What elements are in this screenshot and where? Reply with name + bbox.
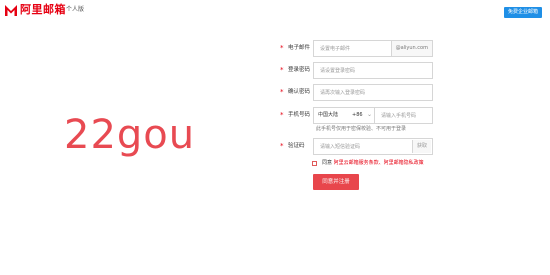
- password-field[interactable]: 请设置登录密码: [313, 62, 433, 79]
- phone-field[interactable]: 请输入手机号码: [375, 107, 433, 124]
- confirm-password-row: * 确认密码 请再次输入登录密码: [280, 84, 440, 101]
- captcha-field[interactable]: 请输入短信验证码 获取: [313, 138, 433, 155]
- captcha-label: 验证码: [288, 143, 305, 149]
- required-mark: *: [280, 44, 284, 52]
- confirm-password-placeholder: 请再次输入登录密码: [320, 90, 366, 96]
- captcha-row: * 验证码 请输入短信验证码 获取: [280, 138, 440, 155]
- confirm-password-label: 确认密码: [288, 89, 311, 95]
- required-mark: *: [280, 111, 284, 119]
- get-sms-code-button[interactable]: 获取: [411, 140, 431, 153]
- email-row: * 电子邮件 设置电子邮件 @aliyun.com: [280, 40, 440, 57]
- password-placeholder: 请设置登录密码: [320, 68, 356, 74]
- agreement-checkbox[interactable]: [312, 161, 317, 166]
- aliyun-mail-logo-icon: [5, 5, 17, 16]
- required-mark: *: [280, 66, 284, 74]
- free-enterprise-mail-button[interactable]: 免费企业邮箱: [503, 7, 542, 18]
- agreement-text: 同意 阿里云邮箱服务条款、阿里邮箱隐私政策: [322, 160, 424, 167]
- terms-link[interactable]: 阿里云邮箱服务条款: [334, 160, 379, 166]
- country-region: 中国大陆: [318, 112, 339, 118]
- phone-placeholder: 请输入手机号码: [381, 113, 417, 119]
- chevron-down-icon: ⌄: [367, 111, 373, 118]
- privacy-policy-link[interactable]: 阿里邮箱隐私政策: [384, 160, 424, 166]
- agree-and-register-button[interactable]: 同意并注册: [313, 174, 359, 190]
- agreement-prefix: 同意: [322, 160, 333, 166]
- country-code-select[interactable]: 中国大陆 +86 ⌄: [313, 107, 375, 124]
- phone-hint: 此手机号仅用于密保校验、不可用于登录: [316, 126, 407, 132]
- password-row: * 登录密码 请设置登录密码: [280, 62, 440, 79]
- email-domain-suffix: @aliyun.com: [390, 41, 432, 56]
- confirm-password-field[interactable]: 请再次输入登录密码: [313, 84, 433, 101]
- captcha-placeholder: 请输入短信验证码: [320, 144, 361, 150]
- email-label: 电子邮件: [288, 45, 311, 51]
- brand-name: 阿里邮箱: [20, 3, 66, 16]
- email-field[interactable]: 设置电子邮件 @aliyun.com: [313, 40, 433, 57]
- brand-edition: 个人版: [66, 6, 85, 13]
- password-label: 登录密码: [288, 67, 311, 73]
- required-mark: *: [280, 88, 284, 96]
- header: 阿里邮箱 个人版 免费企业邮箱: [0, 0, 550, 22]
- phone-row: * 手机号码 中国大陆 +86 ⌄ 请输入手机号码: [280, 107, 440, 124]
- hero-text: 22gou: [64, 112, 196, 158]
- email-placeholder: 设置电子邮件: [320, 46, 351, 52]
- phone-label: 手机号码: [288, 112, 311, 118]
- country-code: +86: [352, 112, 363, 118]
- required-mark: *: [280, 142, 284, 150]
